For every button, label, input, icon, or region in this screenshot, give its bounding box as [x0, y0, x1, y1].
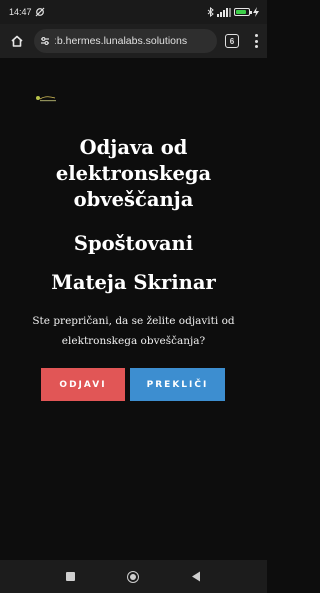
- title-line: obveščanja: [73, 188, 194, 211]
- company-logo: [31, 92, 61, 104]
- navigation-bar: [0, 560, 267, 593]
- tab-count: 6: [229, 36, 235, 46]
- page-content: Odjava od elektronskega obveščanja Spošt…: [0, 58, 267, 560]
- bluetooth-icon: [207, 7, 214, 17]
- url-text: ːb.hermes.lunalabs.solutions: [54, 35, 188, 47]
- recipient-name: Mateja Skrinar: [51, 271, 216, 294]
- status-right: [207, 7, 259, 17]
- cancel-button[interactable]: PREKLIČI: [130, 368, 225, 401]
- confirmation-message: Ste prepričani, da se želite odjaviti od…: [32, 315, 235, 347]
- battery-icon: [234, 8, 252, 16]
- browser-toolbar: ːb.hermes.lunalabs.solutions 6: [0, 24, 267, 58]
- battery-level: [236, 10, 247, 14]
- home-icon: [10, 34, 24, 48]
- title-line: elektronskega: [55, 162, 212, 185]
- unsubscribe-button[interactable]: ODJAVI: [41, 368, 125, 401]
- page-title: Odjava od elektronskega obveščanja: [0, 135, 267, 213]
- sync-off-icon: [35, 7, 45, 17]
- more-menu-icon[interactable]: [251, 30, 261, 52]
- status-bar: 14:47: [0, 0, 267, 24]
- status-left: 14:47: [9, 7, 45, 17]
- title-line: Odjava od: [79, 136, 188, 159]
- signal-icon: [217, 7, 231, 17]
- charging-icon: [253, 7, 259, 17]
- status-time: 14:47: [9, 7, 32, 17]
- tabs-icon[interactable]: 6: [225, 34, 239, 48]
- url-bar[interactable]: ːb.hermes.lunalabs.solutions: [34, 29, 217, 53]
- home-nav-icon[interactable]: [127, 570, 139, 583]
- site-settings-icon[interactable]: [40, 36, 50, 46]
- greeting: Spoštovani: [73, 232, 194, 255]
- home-button[interactable]: [6, 30, 28, 52]
- back-icon[interactable]: [191, 571, 201, 582]
- recents-icon[interactable]: [66, 572, 75, 581]
